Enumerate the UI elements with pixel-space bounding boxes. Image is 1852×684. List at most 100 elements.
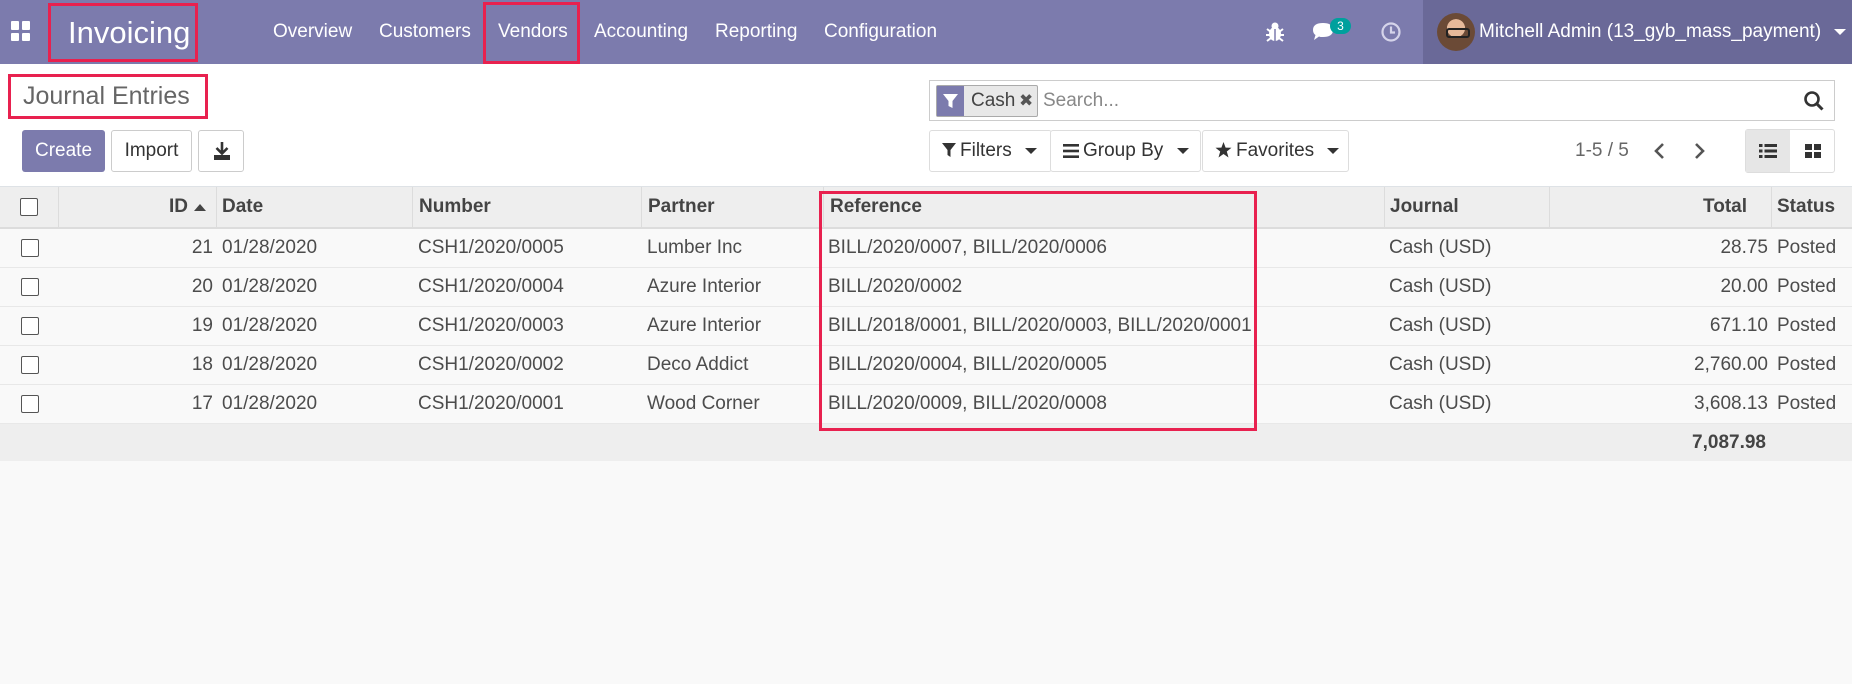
import-button[interactable]: Import: [111, 130, 192, 172]
select-all-cell: [0, 187, 59, 227]
group-by-dropdown[interactable]: Group By: [1050, 130, 1201, 172]
cell-number: CSH1/2020/0004: [418, 276, 564, 297]
cell-journal: Cash (USD): [1389, 354, 1492, 375]
cell-partner: Azure Interior: [647, 315, 762, 336]
filters-label: Filters: [960, 140, 1012, 161]
row-select-cell: [0, 268, 59, 306]
column-journal[interactable]: Journal: [1385, 187, 1550, 227]
cell-partner: Deco Addict: [647, 354, 749, 375]
column-date[interactable]: Date: [217, 187, 413, 227]
filter-icon: [937, 86, 964, 116]
table-body: 21 01/28/2020 CSH1/2020/0005 Lumber Inc BILL…: [0, 229, 1852, 424]
menu-accounting[interactable]: Accounting: [594, 0, 688, 64]
filters-dropdown[interactable]: Filters: [929, 130, 1052, 172]
cell-reference: BILL/2018/0001, BILL/2020/0003, BILL/202…: [828, 315, 1252, 336]
kanban-view-icon: [1805, 144, 1821, 158]
list-view-button[interactable]: [1746, 130, 1790, 172]
cell-partner: Lumber Inc: [647, 237, 743, 258]
row-select-cell: [0, 346, 59, 384]
cell-partner: Azure Interior: [647, 276, 762, 297]
cell-date: 01/28/2020: [222, 237, 318, 258]
group-by-icon: [1063, 144, 1079, 158]
menu-vendors[interactable]: Vendors: [498, 0, 568, 64]
column-total[interactable]: Total: [1550, 187, 1772, 227]
search-box: Cash ✖: [929, 80, 1835, 121]
row-checkbox[interactable]: [20, 239, 39, 257]
cell-id: 20: [191, 276, 213, 297]
star-icon: [1215, 142, 1232, 158]
cell-journal: Cash (USD): [1389, 276, 1492, 297]
cell-date: 01/28/2020: [222, 354, 318, 375]
menu-configuration[interactable]: Configuration: [824, 0, 937, 64]
cell-number: CSH1/2020/0003: [418, 315, 564, 336]
row-select-cell: [0, 229, 59, 267]
cell-status: Posted: [1777, 276, 1837, 297]
column-number[interactable]: Number: [413, 187, 642, 227]
apps-grid-icon[interactable]: [11, 21, 31, 41]
table-footer: 7,087.98: [0, 424, 1852, 461]
view-switcher: [1745, 129, 1835, 173]
filter-icon: [942, 143, 956, 157]
cell-total: 3,608.13: [1694, 393, 1768, 414]
chevron-right-icon[interactable]: [1687, 139, 1711, 163]
menu-customers[interactable]: Customers: [379, 0, 471, 64]
download-icon: [214, 142, 230, 160]
control-panel: Journal Entries Create Import Cash ✖ Fil…: [0, 64, 1852, 187]
kanban-view-button[interactable]: [1791, 130, 1835, 172]
table-row[interactable]: 20 01/28/2020 CSH1/2020/0004 Azure Interior…: [0, 268, 1852, 307]
download-button[interactable]: [198, 130, 244, 172]
table-row[interactable]: 19 01/28/2020 CSH1/2020/0003 Azure Interior…: [0, 307, 1852, 346]
cell-number: CSH1/2020/0001: [418, 393, 564, 414]
cell-partner: Wood Corner: [647, 393, 760, 414]
app-name[interactable]: Invoicing: [48, 3, 198, 62]
cell-id: 18: [191, 354, 213, 375]
cell-total: 20.00: [1720, 276, 1768, 297]
cell-status: Posted: [1777, 315, 1837, 336]
cell-number: CSH1/2020/0002: [418, 354, 564, 375]
cell-reference: BILL/2020/0002: [828, 276, 963, 297]
cell-date: 01/28/2020: [222, 276, 318, 297]
row-checkbox[interactable]: [20, 278, 39, 296]
row-select-cell: [0, 385, 59, 423]
column-reference[interactable]: Reference: [824, 187, 1385, 227]
column-partner[interactable]: Partner: [642, 187, 824, 227]
user-menu[interactable]: Mitchell Admin (13_gyb_mass_payment): [1423, 0, 1852, 64]
cell-date: 01/28/2020: [222, 315, 318, 336]
row-checkbox[interactable]: [20, 317, 39, 335]
column-id[interactable]: ID: [59, 187, 217, 227]
create-button[interactable]: Create: [22, 130, 105, 172]
table-row[interactable]: 21 01/28/2020 CSH1/2020/0005 Lumber Inc BILL…: [0, 229, 1852, 268]
pager-value[interactable]: 1-5 / 5: [1575, 130, 1629, 172]
cell-status: Posted: [1777, 393, 1837, 414]
clock-icon[interactable]: [1380, 20, 1402, 44]
cell-id: 19: [191, 315, 213, 336]
select-all-checkbox[interactable]: [20, 198, 38, 216]
cell-status: Posted: [1777, 237, 1837, 258]
list-view-icon: [1759, 144, 1777, 158]
cell-status: Posted: [1777, 354, 1837, 375]
cell-reference: BILL/2020/0004, BILL/2020/0005: [828, 354, 1107, 375]
table-row[interactable]: 17 01/28/2020 CSH1/2020/0001 Wood Corner BIL…: [0, 385, 1852, 424]
cell-reference: BILL/2020/0007, BILL/2020/0006: [828, 237, 1107, 258]
chevron-left-icon[interactable]: [1648, 139, 1672, 163]
remove-facet-icon[interactable]: ✖: [1019, 86, 1033, 116]
search-icon[interactable]: [1803, 90, 1825, 112]
avatar: [1437, 13, 1475, 51]
search-input[interactable]: [1043, 85, 1763, 117]
row-checkbox[interactable]: [20, 395, 39, 413]
row-checkbox[interactable]: [20, 356, 39, 374]
column-id-label: ID: [169, 196, 188, 217]
chevron-down-icon: [1327, 147, 1340, 154]
table-header: ID Date Number Partner Reference Journal…: [0, 187, 1852, 229]
cell-journal: Cash (USD): [1389, 237, 1492, 258]
bug-icon[interactable]: [1264, 20, 1286, 44]
column-status[interactable]: Status: [1772, 187, 1852, 227]
table-row[interactable]: 18 01/28/2020 CSH1/2020/0002 Deco Addict BIL…: [0, 346, 1852, 385]
menu-overview[interactable]: Overview: [273, 0, 352, 64]
facet-label: Cash: [971, 90, 1016, 111]
cell-id: 21: [191, 237, 213, 258]
row-select-cell: [0, 307, 59, 345]
grand-total: 7,087.98: [1692, 431, 1766, 453]
favorites-dropdown[interactable]: Favorites: [1202, 130, 1349, 172]
menu-reporting[interactable]: Reporting: [715, 0, 797, 64]
